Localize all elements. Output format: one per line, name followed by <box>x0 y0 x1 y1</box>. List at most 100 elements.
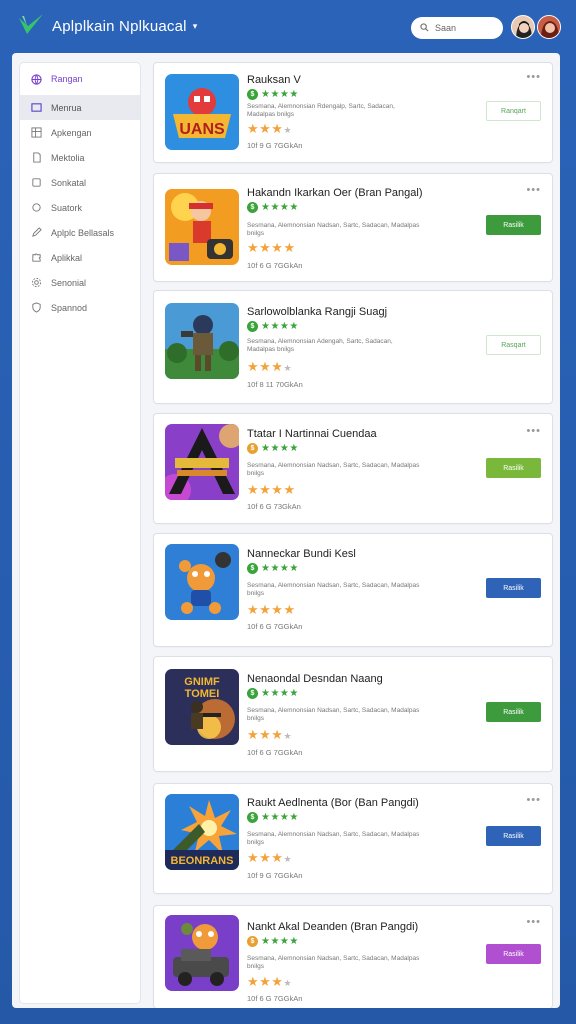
green-stars: ★★★★ <box>261 321 299 332</box>
install-button[interactable]: Rasilik <box>486 458 541 478</box>
rating-row: $ ★★★★ <box>247 563 299 574</box>
game-size: 10f 9 G 7GGkAn <box>247 871 303 880</box>
game-description: Sesmana, Alemnonsian Nadsan, Sartc, Sada… <box>247 707 420 722</box>
game-size: 10f 6 G 7GGkAn <box>247 261 303 270</box>
avatar[interactable] <box>537 15 561 39</box>
game-card[interactable]: Nanneckar Bundi Kesl $ ★★★★ Sesmana, Ale… <box>154 534 552 646</box>
search-icon <box>420 19 429 37</box>
leaf-badge-icon: $ <box>247 202 258 213</box>
game-description: Sesmana, Alemnonsian Nadsan, Sartc, Sada… <box>247 462 420 477</box>
chevron-down-icon[interactable]: ▾ <box>193 21 198 32</box>
sidebar-item-rangan[interactable]: Rangan <box>20 63 140 95</box>
game-card[interactable]: Hakandn Ikarkan Oer (Bran Pangal) $ ★★★★… <box>154 174 552 281</box>
leaf-badge-icon: $ <box>247 688 258 699</box>
more-options-icon[interactable]: ••• <box>526 71 541 83</box>
sidebar-item-label: Sonkatal <box>51 177 87 188</box>
game-title[interactable]: Nenaondal Desndan Naang <box>247 673 383 685</box>
shield-icon <box>30 302 42 314</box>
game-thumbnail[interactable]: UANS <box>165 74 239 150</box>
globe-icon <box>30 73 42 85</box>
game-title[interactable]: Nanneckar Bundi Kesl <box>247 548 356 560</box>
leaf-badge-icon: $ <box>247 321 258 332</box>
green-stars: ★★★★ <box>261 563 299 574</box>
sidebar: Rangan Menrua Apkengan Mektolia Sonkatal… <box>20 63 140 1003</box>
game-size: 10f 6 G 7GGkAn <box>247 994 303 1003</box>
game-thumbnail[interactable] <box>165 424 239 500</box>
more-options-icon[interactable]: ••• <box>526 916 541 928</box>
game-thumbnail[interactable]: BEONRANS <box>165 794 239 870</box>
sidebar-item-apkengan[interactable]: Apkengan <box>20 120 140 145</box>
game-description: Sesmana, Alemnonsian Nadsan, Sartc, Sada… <box>247 222 420 237</box>
sidebar-item-sonkatal[interactable]: Sonkatal <box>20 170 140 195</box>
sidebar-item-menrua[interactable]: Menrua <box>20 95 140 120</box>
more-options-icon[interactable]: ••• <box>526 794 541 806</box>
game-card[interactable]: Sarlowolblanka Rangji Suagj $ ★★★★ Sesma… <box>154 291 552 403</box>
star-rating: ★★★★ <box>247 121 293 136</box>
rating-row: $ ★★★★ <box>247 443 299 454</box>
game-card[interactable]: BEONRANS Raukt Aedlnenta (Bor (Ban Pangd… <box>154 784 552 893</box>
game-title[interactable]: Nankt Akal Deanden (Bran Pangdi) <box>247 921 418 933</box>
game-size: 10f 8 11 70GkAn <box>247 380 303 389</box>
sidebar-item-label: Rangan <box>51 74 83 84</box>
avatar[interactable] <box>511 15 535 39</box>
game-thumbnail[interactable] <box>165 544 239 620</box>
sidebar-item-aplplc-bellasals[interactable]: Aplplc Bellasals <box>20 220 140 245</box>
grid-icon <box>30 127 42 139</box>
sidebar-item-label: Mektolia <box>51 152 85 163</box>
more-options-icon[interactable]: ••• <box>526 425 541 437</box>
star-rating: ★★★★ <box>247 602 296 617</box>
sidebar-item-label: Aplplc Bellasals <box>51 227 115 238</box>
game-title[interactable]: Raukt Aedlnenta (Bor (Ban Pangdi) <box>247 797 419 809</box>
rating-row: $ ★★★★ <box>247 89 299 100</box>
install-button[interactable]: Ranqart <box>486 101 541 121</box>
search-box[interactable] <box>411 17 503 39</box>
sidebar-item-suatork[interactable]: Suatork <box>20 195 140 220</box>
leaf-badge-icon: $ <box>247 443 258 454</box>
leaf-badge-icon: $ <box>247 936 258 947</box>
game-title[interactable]: Sarlowolblanka Rangji Suagj <box>247 306 387 318</box>
game-description: Sesmana, Alemnonsian Adengah, Sartc, Sad… <box>247 338 393 353</box>
install-button[interactable]: Rasilik <box>486 702 541 722</box>
sidebar-item-mektolia[interactable]: Mektolia <box>20 145 140 170</box>
game-size: 10f 6 G 7GGkAn <box>247 748 303 757</box>
install-button[interactable]: Rasilik <box>486 944 541 964</box>
game-title[interactable]: Rauksan V <box>247 74 301 86</box>
sidebar-item-aplikkal[interactable]: Aplikkal <box>20 245 140 270</box>
game-thumbnail[interactable] <box>165 189 239 265</box>
star-rating: ★★★★ <box>247 240 296 255</box>
sidebar-item-label: Apkengan <box>51 127 92 138</box>
install-button[interactable]: Rasilik <box>486 215 541 235</box>
install-button[interactable]: Rasilik <box>486 578 541 598</box>
document-icon <box>30 152 42 164</box>
star-rating: ★★★★ <box>247 974 293 989</box>
search-input[interactable] <box>435 23 493 33</box>
game-card[interactable]: Nankt Akal Deanden (Bran Pangdi) $ ★★★★ … <box>154 906 552 1008</box>
svg-text:GNIMF: GNIMF <box>184 676 220 688</box>
green-stars: ★★★★ <box>261 443 299 454</box>
window-icon <box>30 102 42 114</box>
check-leaf-icon[interactable] <box>14 9 48 43</box>
game-card[interactable]: GNIMF TOMEI Nenaondal Desndan Naang $ ★★★… <box>154 657 552 771</box>
game-thumbnail[interactable]: GNIMF TOMEI <box>165 669 239 745</box>
game-title[interactable]: Hakandn Ikarkan Oer (Bran Pangal) <box>247 187 422 199</box>
rating-row: $ ★★★★ <box>247 936 299 947</box>
sidebar-item-spannod[interactable]: Spannod <box>20 295 140 320</box>
install-button[interactable]: Rasilik <box>486 826 541 846</box>
game-card[interactable]: UANS Rauksan V $ ★★★★ Sesmana, Alemnonsi… <box>154 63 552 162</box>
rating-row: $ ★★★★ <box>247 812 299 823</box>
game-title[interactable]: Ttatar I Nartinnai Cuendaa <box>247 428 377 440</box>
green-stars: ★★★★ <box>261 202 299 213</box>
more-options-icon[interactable]: ••• <box>526 184 541 196</box>
svg-text:UANS: UANS <box>179 121 225 138</box>
game-description: Sesmana, Alemnonsian Nadsan, Sartc, Sada… <box>247 582 420 597</box>
app-title: Aplplkain Nplkuacal <box>52 17 187 35</box>
rating-row: $ ★★★★ <box>247 688 299 699</box>
game-thumbnail[interactable] <box>165 303 239 379</box>
game-card[interactable]: Ttatar I Nartinnai Cuendaa $ ★★★★ Sesman… <box>154 414 552 523</box>
game-thumbnail[interactable] <box>165 915 239 991</box>
sidebar-item-senonial[interactable]: Senonial <box>20 270 140 295</box>
install-button[interactable]: Rasqart <box>486 335 541 355</box>
green-stars: ★★★★ <box>261 812 299 823</box>
game-size: 10f 6 G 73GkAn <box>247 502 301 511</box>
puzzle-icon <box>30 252 42 264</box>
